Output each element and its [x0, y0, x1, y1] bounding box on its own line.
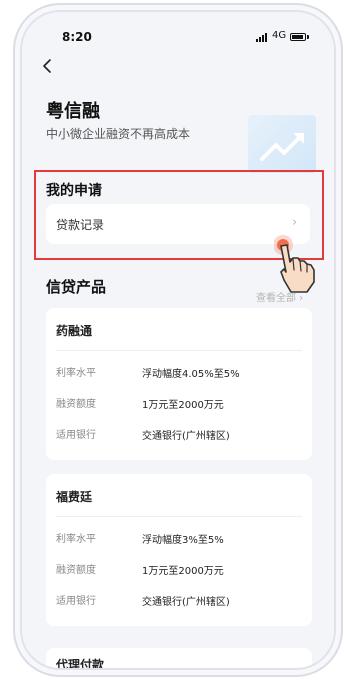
row-value: 交通银行(广州辖区) — [142, 431, 230, 442]
row-label: 融资额度 — [56, 399, 96, 410]
row-label: 融资额度 — [56, 565, 96, 576]
trend-chart-icon — [248, 115, 316, 173]
row-value: 1万元至2000万元 — [142, 566, 224, 577]
credit-products-heading: 信贷产品 — [46, 278, 107, 296]
view-all-link[interactable]: 查看全部 › — [256, 289, 303, 304]
network-type: 4G — [272, 30, 287, 41]
battery-icon — [290, 33, 306, 41]
row-value: 交通银行(广州辖区) — [142, 597, 230, 608]
product-card-3[interactable]: 代理付款 — [46, 648, 312, 668]
divider — [56, 350, 302, 351]
row-label: 适用银行 — [56, 596, 96, 607]
row-label: 适用银行 — [56, 430, 96, 441]
divider — [56, 516, 302, 517]
row-value: 浮动幅度4.05%至5% — [142, 369, 240, 380]
phone-frame: 8:20 4G 粤信融 中小微企业融资不再高成本 我的申请 贷款记录 › 信贷产… — [22, 12, 334, 668]
page-title: 粤信融 — [46, 101, 100, 122]
row-value: 1万元至2000万元 — [142, 400, 224, 411]
product-card-2[interactable]: 福费廷 利率水平 浮动幅度3%至5% 融资额度 1万元至2000万元 适用银行 … — [46, 474, 312, 626]
pointing-hand-icon — [273, 234, 334, 296]
chevron-right-icon: › — [292, 215, 298, 230]
loan-records-label: 贷款记录 — [56, 218, 105, 232]
battery-tip — [307, 35, 309, 39]
my-application-heading: 我的申请 — [46, 183, 102, 199]
status-bar: 8:20 4G — [22, 12, 334, 52]
view-all-label: 查看全部 — [256, 293, 296, 304]
row-label: 利率水平 — [56, 368, 96, 379]
row-value: 浮动幅度3%至5% — [142, 535, 224, 546]
product-card-1[interactable]: 药融通 利率水平 浮动幅度4.05%至5% 融资额度 1万元至2000万元 适用… — [46, 308, 312, 460]
product-name: 福费廷 — [56, 490, 93, 504]
product-name: 代理付款 — [56, 658, 105, 668]
page-subtitle: 中小微企业融资不再高成本 — [46, 127, 191, 141]
status-time: 8:20 — [62, 30, 92, 44]
row-label: 利率水平 — [56, 534, 96, 545]
chevron-right-icon: › — [299, 293, 304, 304]
product-name: 药融通 — [56, 324, 93, 338]
back-arrow-icon[interactable] — [39, 57, 57, 75]
loan-records-row[interactable]: 贷款记录 › — [46, 204, 310, 244]
